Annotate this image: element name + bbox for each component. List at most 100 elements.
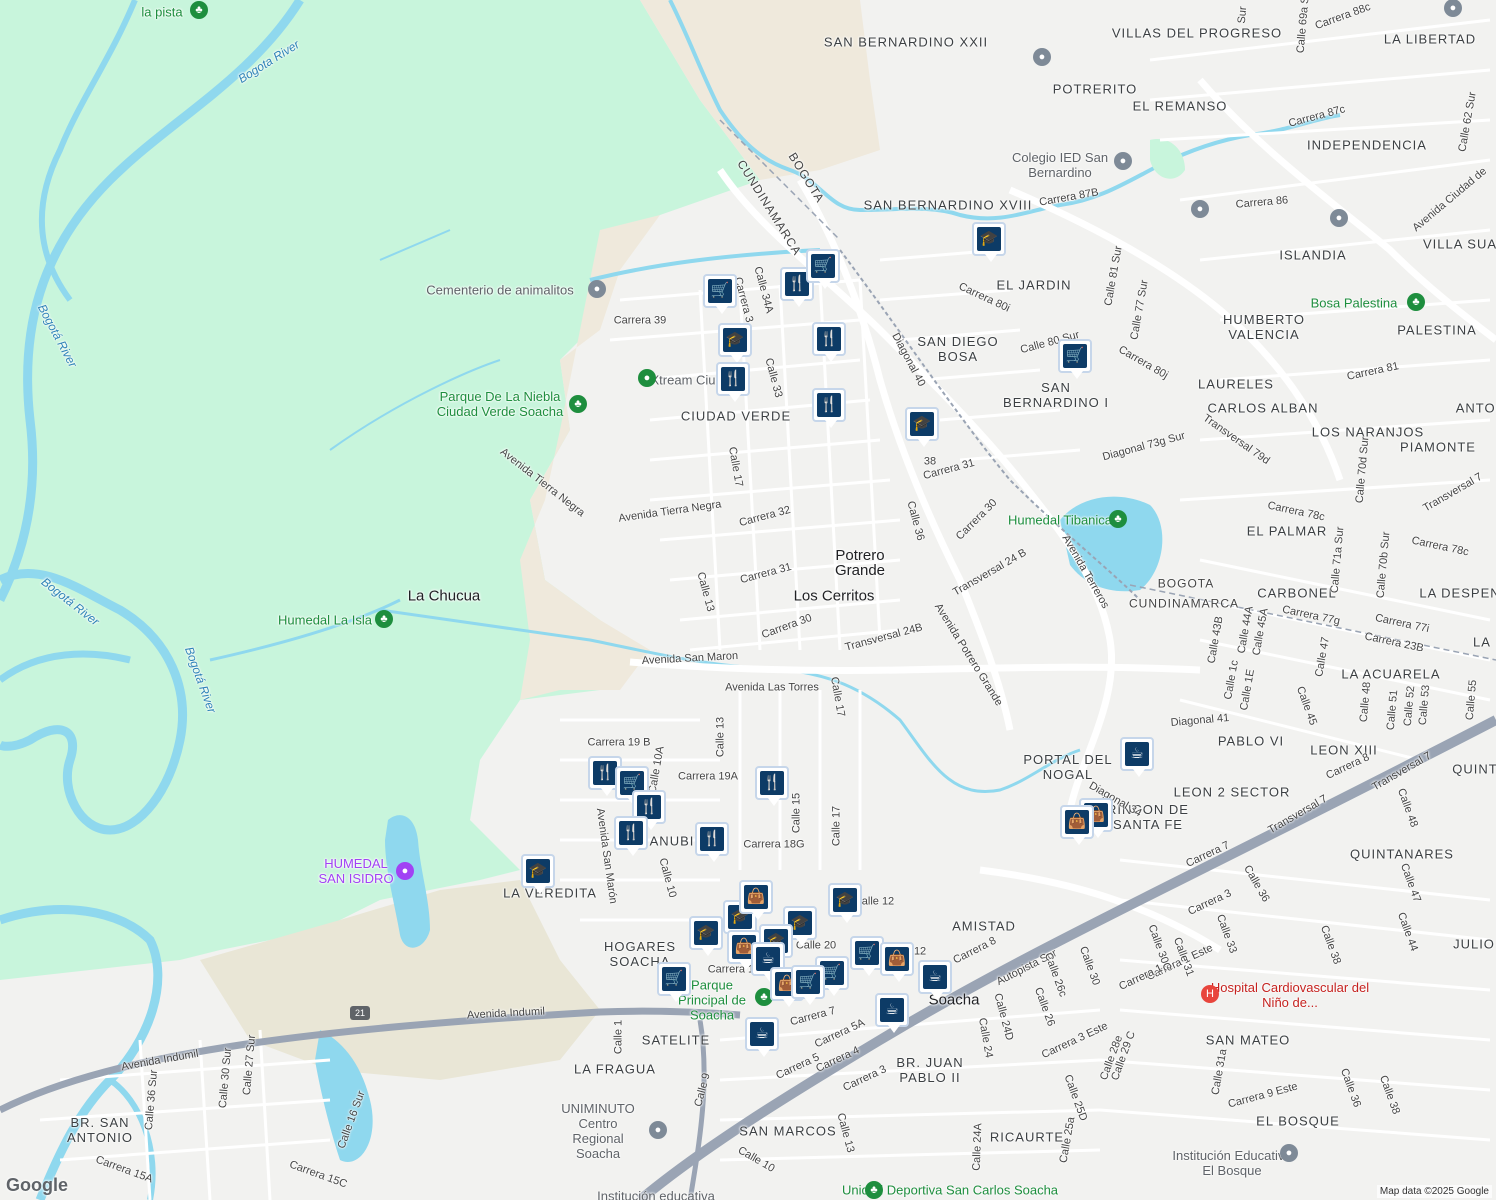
school-pin[interactable]: 🎓: [689, 916, 723, 956]
neighborhood-label: LAURELES: [1198, 376, 1274, 392]
neighborhood-label: SAN BERNARDINO I: [1003, 380, 1109, 410]
graduation-cap-icon: 🎓: [526, 859, 550, 883]
fork-knife-icon: 🍴: [817, 327, 841, 351]
neighborhood-label: LA FRAGUA: [574, 1061, 656, 1077]
park-label: la pista: [141, 4, 183, 20]
route-shield-icon: 21: [350, 1006, 370, 1020]
hospital-icon[interactable]: H: [1201, 985, 1219, 1003]
graduation-cap-icon: 🎓: [977, 227, 1001, 251]
school-icon[interactable]: ●: [1330, 209, 1348, 227]
neighborhood-label: VILLA SUA: [1422, 236, 1496, 252]
park-icon[interactable]: ♣: [569, 395, 587, 413]
shopping-bag-icon: 👜: [885, 947, 909, 971]
shopping-bag-pin[interactable]: 👜: [880, 942, 914, 982]
shopping-bag-icon: 👜: [1065, 810, 1089, 834]
restaurant-pin[interactable]: 🍴: [614, 816, 648, 856]
school-pin[interactable]: 🎓: [972, 222, 1006, 262]
park-icon[interactable]: ♣: [865, 1181, 883, 1199]
graduation-cap-icon: 🎓: [833, 888, 857, 912]
neighborhood-label: SAN BERNARDINO XVIII: [863, 197, 1033, 213]
neighborhood-label: POTRERITO: [1052, 81, 1138, 97]
graduation-cap-icon: 🎓: [694, 921, 718, 945]
poi-label: HUMEDAL SAN ISIDRO: [318, 856, 394, 886]
neighborhood-label: CIUDAD VERDE: [680, 408, 792, 424]
fork-knife-icon: 🍴: [817, 393, 841, 417]
street-label: Calle 13: [714, 716, 727, 758]
neighborhood-label: CARLOS ALBAN: [1207, 400, 1319, 416]
school-pin[interactable]: 🎓: [521, 854, 555, 894]
poi-icon[interactable]: ●: [588, 280, 606, 298]
school-icon[interactable]: ●: [1280, 1144, 1298, 1162]
restaurant-pin[interactable]: 🍴: [812, 388, 846, 428]
shopping-bag-pin[interactable]: 👜: [1060, 805, 1094, 845]
school-pin[interactable]: 🎓: [828, 883, 862, 923]
park-icon[interactable]: ♣: [190, 1, 208, 19]
neighborhood-label: EL BOSQUE: [1256, 1113, 1340, 1129]
neighborhood-label: AMISTAD: [952, 918, 1016, 934]
place-label: Potrero Grande: [834, 547, 886, 579]
street-label: Calle 1: [612, 1019, 625, 1055]
neighborhood-label: HUMBERTO VALENCIA: [1223, 312, 1305, 342]
neighborhood-label: QUINTANARES: [1350, 846, 1454, 862]
school-pin[interactable]: 🎓: [905, 407, 939, 447]
neighborhood-label: EL JARDIN: [996, 277, 1072, 293]
fork-knife-icon: 🍴: [760, 771, 784, 795]
park-icon[interactable]: ♣: [375, 610, 393, 628]
park-icon[interactable]: ●: [638, 369, 656, 387]
shopping-cart-pin[interactable]: 🛒: [806, 249, 840, 289]
google-logo[interactable]: Google: [6, 1175, 68, 1196]
neighborhood-label: INDEPENDENCIA: [1307, 137, 1427, 153]
shopping-cart-pin[interactable]: 🛒: [703, 274, 737, 314]
school-icon[interactable]: ●: [1191, 200, 1209, 218]
neighborhood-label: LEON 2 SECTOR: [1173, 784, 1291, 800]
neighborhood-label: LA DESPEN: [1419, 585, 1496, 601]
shopping-cart-pin[interactable]: 🛒: [1058, 339, 1092, 379]
street-label: Avenida Las Torres: [725, 681, 819, 694]
street-label: Calle 15: [790, 792, 803, 834]
admin-label: CUNDINAMARCA: [1128, 596, 1240, 611]
park-icon[interactable]: ♣: [1407, 293, 1425, 311]
coffee-cup-icon: ☕: [750, 1022, 774, 1046]
restaurant-pin[interactable]: 🍴: [716, 362, 750, 402]
street-label: Carrera 39: [613, 314, 667, 327]
neighborhood-label: SAN MATEO: [1205, 1032, 1291, 1048]
school-icon[interactable]: ●: [649, 1121, 667, 1139]
school-icon[interactable]: ●: [1114, 152, 1132, 170]
street-label: 38: [923, 455, 937, 468]
cart-icon: 🛒: [855, 941, 879, 965]
graduation-cap-icon: 🎓: [910, 412, 934, 436]
neighborhood-label: LA: [1473, 634, 1491, 650]
coffee-pin[interactable]: ☕: [875, 993, 909, 1033]
restaurant-pin[interactable]: 🍴: [812, 322, 846, 362]
neighborhood-label: EL PALMAR: [1246, 523, 1328, 539]
admin-label: BOGOTA: [1157, 576, 1215, 591]
park-icon[interactable]: ♣: [1109, 510, 1127, 528]
coffee-pin[interactable]: ☕: [918, 960, 952, 1000]
shopping-bag-pin[interactable]: 👜: [739, 880, 773, 920]
coffee-pin[interactable]: ☕: [745, 1017, 779, 1057]
park-label: Parque De La Niebla Ciudad Verde Soacha: [436, 389, 564, 419]
school-icon[interactable]: ●: [1033, 48, 1051, 66]
neighborhood-label: ANUBI: [649, 833, 695, 849]
coffee-cup-icon: ☕: [1125, 742, 1149, 766]
shopping-cart-pin[interactable]: 🛒: [850, 936, 884, 976]
coffee-pin[interactable]: ☕: [1120, 737, 1154, 777]
shopping-cart-pin[interactable]: 🛒: [791, 965, 825, 1005]
restaurant-pin[interactable]: 🍴: [755, 766, 789, 806]
map-attribution[interactable]: Map data ©2025 Google: [1376, 1185, 1492, 1198]
neighborhood-label: QUINT: [1452, 761, 1496, 777]
shopping-bag-icon: 👜: [744, 885, 768, 909]
cart-icon: 🛒: [1063, 344, 1087, 368]
shopping-cart-pin[interactable]: 🛒: [657, 962, 691, 1002]
map-canvas[interactable]: SAN BERNARDINO XXII VILLAS DEL PROGRESO …: [0, 0, 1496, 1200]
poi-icon[interactable]: ●: [396, 862, 414, 880]
street-label: Carrera 19A: [678, 770, 738, 783]
neighborhood-label: RICAURTE: [989, 1129, 1065, 1145]
neighborhood-label: PALESTINA: [1397, 322, 1477, 338]
restaurant-pin[interactable]: 🍴: [695, 822, 729, 862]
poi-label: Cementerio de animalitos: [426, 282, 574, 298]
neighborhood-label: BR. SAN ANTONIO: [67, 1115, 133, 1145]
street-label: Carrera 19 B: [587, 736, 651, 749]
park-label: Humedal La Isla: [278, 612, 372, 628]
school-pin[interactable]: 🎓: [718, 323, 752, 363]
